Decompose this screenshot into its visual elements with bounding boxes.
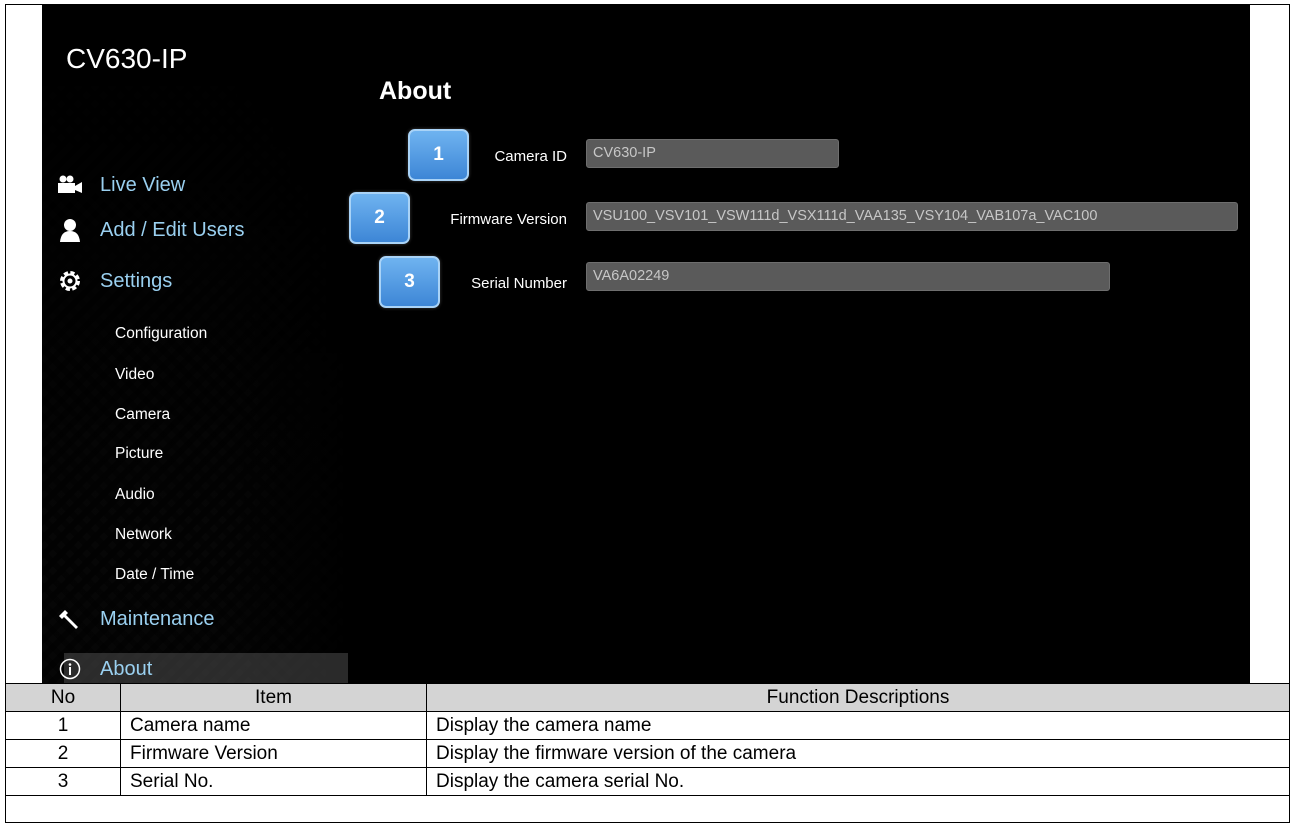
cell-item: Camera name	[120, 711, 427, 740]
callout-badge-1: 1	[408, 129, 469, 181]
nav-sub-audio[interactable]: Audio	[115, 486, 155, 504]
function-description-table: No Item Function Descriptions 1 Camera n…	[5, 683, 1290, 796]
sidebar: CV630-IP Live View Add / Edit Users Sett…	[42, 5, 352, 683]
callout-badge-2: 2	[349, 192, 410, 244]
nav-live-view[interactable]: Live View	[56, 171, 185, 199]
nav-sub-picture[interactable]: Picture	[115, 445, 163, 463]
nav-maintenance[interactable]: Maintenance	[56, 605, 215, 633]
nav-add-edit-users-label: Add / Edit Users	[100, 218, 245, 241]
table-header-row: No Item Function Descriptions	[5, 683, 1290, 712]
nav-live-view-label: Live View	[100, 173, 186, 196]
user-icon	[56, 216, 84, 244]
cell-item: Serial No.	[120, 767, 427, 796]
header-function-descriptions: Function Descriptions	[426, 683, 1290, 712]
nav-sub-network[interactable]: Network	[115, 526, 172, 544]
camera-id-label: Camera ID	[494, 148, 567, 165]
gear-icon	[56, 267, 84, 295]
brand-title: CV630-IP	[66, 43, 188, 74]
header-item: Item	[120, 683, 427, 712]
nav-about-label: About	[100, 657, 153, 680]
nav-add-edit-users[interactable]: Add / Edit Users	[56, 216, 245, 244]
cell-description: Display the firmware version of the came…	[426, 739, 1290, 768]
serial-number-field[interactable]: VA6A02249	[586, 262, 1110, 291]
table-row: 3 Serial No. Display the camera serial N…	[5, 767, 1290, 796]
table-row: 2 Firmware Version Display the firmware …	[5, 739, 1290, 768]
nav-sub-camera[interactable]: Camera	[115, 406, 170, 424]
nav-settings[interactable]: Settings	[56, 267, 172, 295]
nav-sub-video[interactable]: Video	[115, 366, 154, 384]
cell-description: Display the camera serial No.	[426, 767, 1290, 796]
cell-no: 1	[5, 711, 121, 740]
table-row: 1 Camera name Display the camera name	[5, 711, 1290, 740]
nav-maintenance-label: Maintenance	[100, 607, 215, 630]
nav-sub-configuration[interactable]: Configuration	[115, 325, 207, 343]
cell-no: 2	[5, 739, 121, 768]
callout-badge-3: 3	[379, 256, 440, 308]
cell-item: Firmware Version	[120, 739, 427, 768]
header-no: No	[5, 683, 121, 712]
camera-id-field[interactable]: CV630-IP	[586, 139, 839, 168]
firmware-version-label: Firmware Version	[450, 211, 567, 228]
page-title: About	[379, 77, 452, 105]
info-icon	[56, 655, 84, 683]
nav-about[interactable]: About	[56, 655, 152, 683]
serial-number-label: Serial Number	[471, 275, 567, 292]
nav-settings-label: Settings	[100, 269, 173, 292]
cell-no: 3	[5, 767, 121, 796]
camera-web-ui-screenshot: CV630-IP Live View Add / Edit Users Sett…	[42, 5, 1250, 683]
wrench-icon	[56, 605, 84, 633]
nav-sub-date-time[interactable]: Date / Time	[115, 566, 194, 584]
cell-description: Display the camera name	[426, 711, 1290, 740]
video-camera-icon	[56, 171, 84, 199]
firmware-version-field[interactable]: VSU100_VSV101_VSW111d_VSX111d_VAA135_VSY…	[586, 202, 1238, 231]
